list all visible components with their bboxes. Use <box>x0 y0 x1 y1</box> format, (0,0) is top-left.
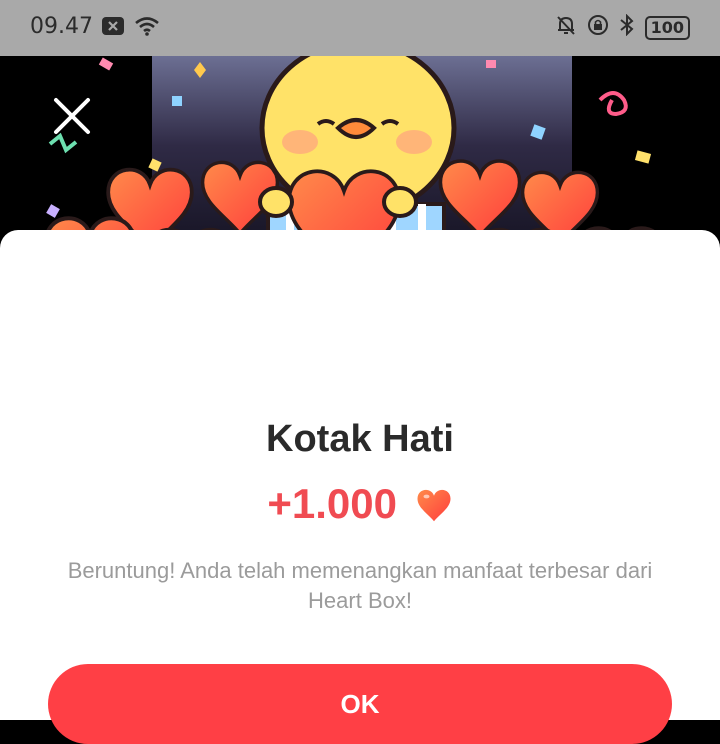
heart-icon <box>415 484 453 522</box>
battery-icon: 100 <box>644 15 690 40</box>
mute-bell-icon <box>555 14 577 41</box>
notification-x-icon <box>102 17 124 40</box>
ok-button[interactable]: OK <box>48 664 672 744</box>
reward-amount: +1.000 <box>0 480 720 528</box>
bluetooth-icon <box>619 13 635 41</box>
status-time: 09.47 <box>30 14 93 39</box>
close-button[interactable] <box>50 96 92 138</box>
wifi-icon <box>134 16 160 41</box>
reward-description: Beruntung! Anda telah memenangkan manfaa… <box>67 558 653 613</box>
reward-dialog <box>0 230 720 720</box>
dialog-title: Kotak Hati <box>266 418 454 460</box>
status-bar: 09.47 100 <box>0 0 720 56</box>
lock-rotation-icon <box>587 14 609 41</box>
reward-amount-value: +1.000 <box>267 480 397 527</box>
